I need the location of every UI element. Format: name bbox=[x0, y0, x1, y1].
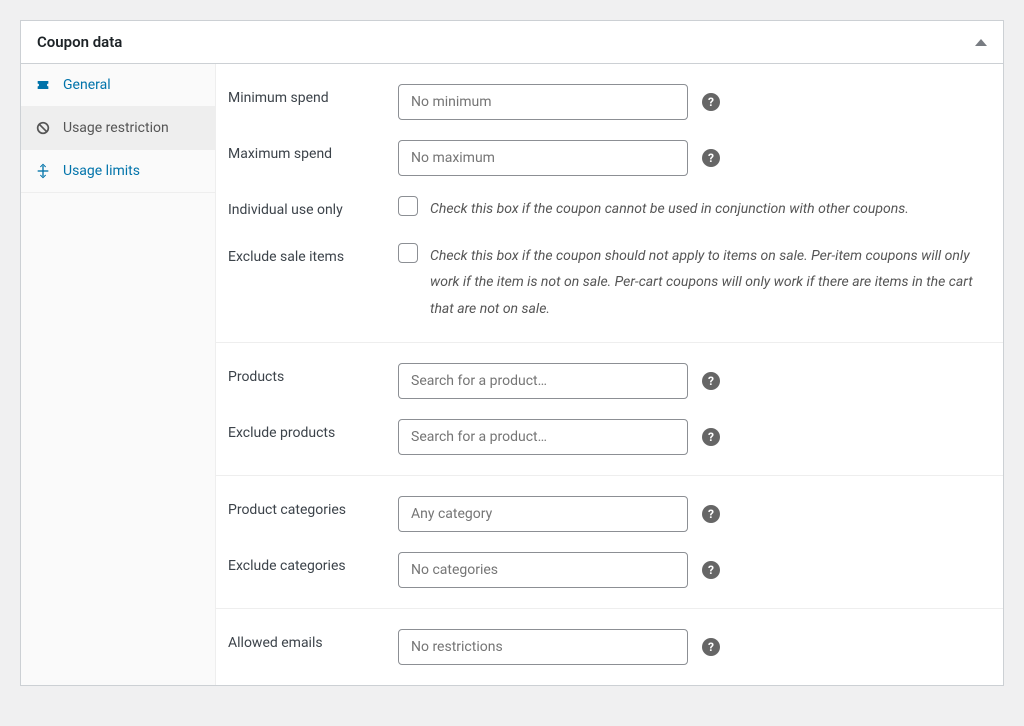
minimum-spend-input[interactable] bbox=[398, 84, 688, 120]
field-label: Individual use only bbox=[228, 196, 398, 218]
tab-label: Usage limits bbox=[63, 163, 140, 179]
maximum-spend-input[interactable] bbox=[398, 140, 688, 176]
allowed-emails-input[interactable] bbox=[398, 629, 688, 665]
help-icon[interactable]: ? bbox=[702, 93, 720, 111]
products-section: Products Search for a product… ? Exclude… bbox=[216, 343, 1003, 476]
help-icon[interactable]: ? bbox=[702, 149, 720, 167]
individual-use-checkbox[interactable] bbox=[398, 196, 418, 216]
exclude-products-select[interactable]: Search for a product… bbox=[398, 419, 688, 455]
products-row: Products Search for a product… ? bbox=[216, 353, 1003, 409]
field-label: Exclude products bbox=[228, 419, 398, 441]
tab-usage-restriction[interactable]: Usage restriction bbox=[21, 107, 215, 150]
checkbox-description: Check this box if the coupon cannot be u… bbox=[430, 196, 909, 223]
field-label: Maximum spend bbox=[228, 140, 398, 162]
categories-section: Product categories Any category ? Exclud… bbox=[216, 476, 1003, 609]
exclude-sale-checkbox[interactable] bbox=[398, 243, 418, 263]
panel-title: Coupon data bbox=[37, 33, 122, 51]
products-select[interactable]: Search for a product… bbox=[398, 363, 688, 399]
minimum-spend-row: Minimum spend ? bbox=[216, 74, 1003, 130]
maximum-spend-row: Maximum spend ? bbox=[216, 130, 1003, 186]
tab-label: General bbox=[63, 77, 111, 93]
help-icon[interactable]: ? bbox=[702, 638, 720, 656]
product-categories-select[interactable]: Any category bbox=[398, 496, 688, 532]
field-label: Exclude categories bbox=[228, 552, 398, 574]
chevron-up-icon[interactable] bbox=[975, 39, 987, 46]
usage-restriction-content: Minimum spend ? Maximum spend ? Individu… bbox=[216, 64, 1003, 685]
tab-usage-limits[interactable]: Usage limits bbox=[21, 150, 215, 193]
field-label: Exclude sale items bbox=[228, 243, 398, 265]
panel-body: General Usage restriction Usage limits M… bbox=[21, 64, 1003, 685]
field-label: Products bbox=[228, 363, 398, 385]
help-icon[interactable]: ? bbox=[702, 372, 720, 390]
allowed-emails-row: Allowed emails ? bbox=[216, 619, 1003, 675]
tab-general[interactable]: General bbox=[21, 64, 215, 107]
panel-header[interactable]: Coupon data bbox=[21, 21, 1003, 64]
exclude-categories-row: Exclude categories No categories ? bbox=[216, 542, 1003, 598]
exclude-sale-row: Exclude sale items Check this box if the… bbox=[216, 233, 1003, 333]
exclude-categories-select[interactable]: No categories bbox=[398, 552, 688, 588]
arrows-icon bbox=[35, 163, 51, 179]
coupon-tabs-sidebar: General Usage restriction Usage limits bbox=[21, 64, 216, 685]
ban-icon bbox=[35, 120, 51, 136]
ticket-icon bbox=[35, 77, 51, 93]
spend-section: Minimum spend ? Maximum spend ? Individu… bbox=[216, 64, 1003, 343]
help-icon[interactable]: ? bbox=[702, 561, 720, 579]
help-icon[interactable]: ? bbox=[702, 428, 720, 446]
product-categories-row: Product categories Any category ? bbox=[216, 486, 1003, 542]
checkbox-description: Check this box if the coupon should not … bbox=[430, 243, 990, 323]
exclude-products-row: Exclude products Search for a product… ? bbox=[216, 409, 1003, 465]
field-label: Minimum spend bbox=[228, 84, 398, 106]
coupon-data-panel: Coupon data General Usage restriction bbox=[20, 20, 1004, 686]
help-icon[interactable]: ? bbox=[702, 505, 720, 523]
individual-use-row: Individual use only Check this box if th… bbox=[216, 186, 1003, 233]
emails-section: Allowed emails ? bbox=[216, 609, 1003, 685]
field-label: Allowed emails bbox=[228, 629, 398, 651]
tab-label: Usage restriction bbox=[63, 120, 169, 136]
field-label: Product categories bbox=[228, 496, 398, 518]
